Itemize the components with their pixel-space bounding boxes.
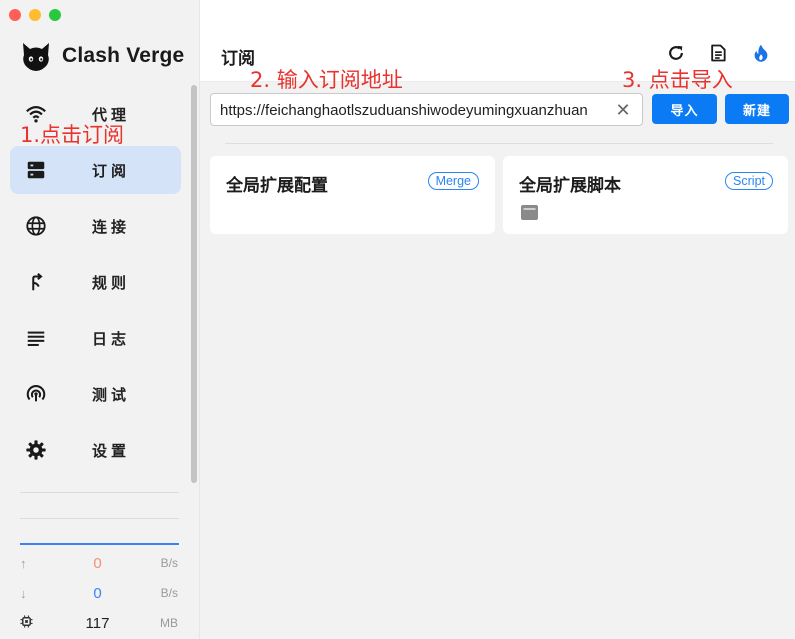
new-profile-button[interactable]: 新建 (725, 94, 789, 124)
annotation-step-1: 1.点击订阅 (20, 123, 125, 147)
card-title: 全局扩展脚本 (519, 176, 621, 195)
sidebar-item-test[interactable]: 测试 (10, 370, 181, 418)
brand: Clash Verge (20, 40, 184, 72)
close-window-button[interactable] (9, 9, 21, 21)
list-lines-icon (24, 326, 48, 350)
globe-icon (24, 214, 48, 238)
memory-chip-icon (20, 615, 36, 631)
fork-arrow-icon (24, 270, 48, 294)
subscription-url-value: https://feichanghaotlszuduanshiwodeyumin… (220, 102, 588, 119)
storage-icon (24, 158, 48, 182)
sidebar-item-rules[interactable]: 规则 (10, 258, 181, 306)
minimize-window-button[interactable] (29, 9, 41, 21)
sidebar-item-label: 日志 (92, 330, 131, 348)
download-speed: 0 (93, 584, 102, 602)
divider (20, 492, 179, 493)
sidebar-item-label: 设置 (92, 442, 131, 460)
sidebar-item-label: 测试 (92, 386, 131, 404)
profile-card-script[interactable]: 全局扩展脚本 Script (503, 156, 788, 234)
app-name: Clash Verge (62, 44, 185, 67)
traffic-graph-line (20, 543, 179, 545)
sidebar-item-subscriptions[interactable]: 订阅 (10, 146, 181, 194)
refresh-icon[interactable] (665, 42, 687, 64)
merge-badge: Merge (427, 172, 479, 190)
arrow-up-icon: ↑ (20, 555, 27, 571)
main-content: 订阅 https://feichanghaotlszuduanshiwodeyu… (200, 0, 795, 639)
sidebar-item-label: 订阅 (92, 162, 131, 180)
sidebar: Clash Verge 代理 订阅 连接 规则 日志 测试 设置 ↑ 0 B/s… (0, 0, 200, 639)
document-icon[interactable] (707, 42, 729, 64)
sidebar-item-connections[interactable]: 连接 (10, 202, 181, 250)
subscription-url-input[interactable]: https://feichanghaotlszuduanshiwodeyumin… (210, 93, 643, 126)
upload-stat: ↑ 0 B/s (20, 552, 180, 574)
script-badge: Script (725, 172, 773, 190)
arrow-down-icon: ↓ (20, 585, 27, 601)
memory-stat: 117 MB (20, 612, 180, 634)
import-button[interactable]: 导入 (652, 94, 717, 124)
sidebar-item-logs[interactable]: 日志 (10, 314, 181, 362)
profile-card-merge[interactable]: 全局扩展配置 Merge (210, 156, 495, 234)
sidebar-item-label: 规则 (92, 274, 131, 292)
upload-speed: 0 (93, 554, 102, 572)
window-controls (9, 9, 61, 21)
sidebar-item-settings[interactable]: 设置 (10, 426, 181, 474)
clear-icon[interactable]: ✕ (614, 101, 632, 119)
annotation-step-3: 3. 点击导入 (622, 68, 733, 92)
gear-icon (24, 438, 48, 462)
cat-logo-icon (23, 43, 49, 71)
download-stat: ↓ 0 B/s (20, 582, 180, 604)
divider (225, 143, 773, 144)
maximize-window-button[interactable] (49, 9, 61, 21)
sidebar-item-label: 连接 (92, 218, 131, 236)
sidebar-scrollbar[interactable] (191, 85, 197, 483)
file-icon (521, 205, 538, 220)
radar-icon (24, 382, 48, 406)
card-title: 全局扩展配置 (226, 176, 328, 195)
download-unit: B/s (160, 586, 178, 600)
memory-usage: 117 (85, 614, 110, 632)
divider (20, 518, 179, 519)
fire-icon[interactable] (750, 42, 772, 64)
memory-unit: MB (160, 616, 178, 630)
upload-unit: B/s (160, 556, 178, 570)
annotation-step-2: 2. 输入订阅地址 (250, 68, 403, 92)
